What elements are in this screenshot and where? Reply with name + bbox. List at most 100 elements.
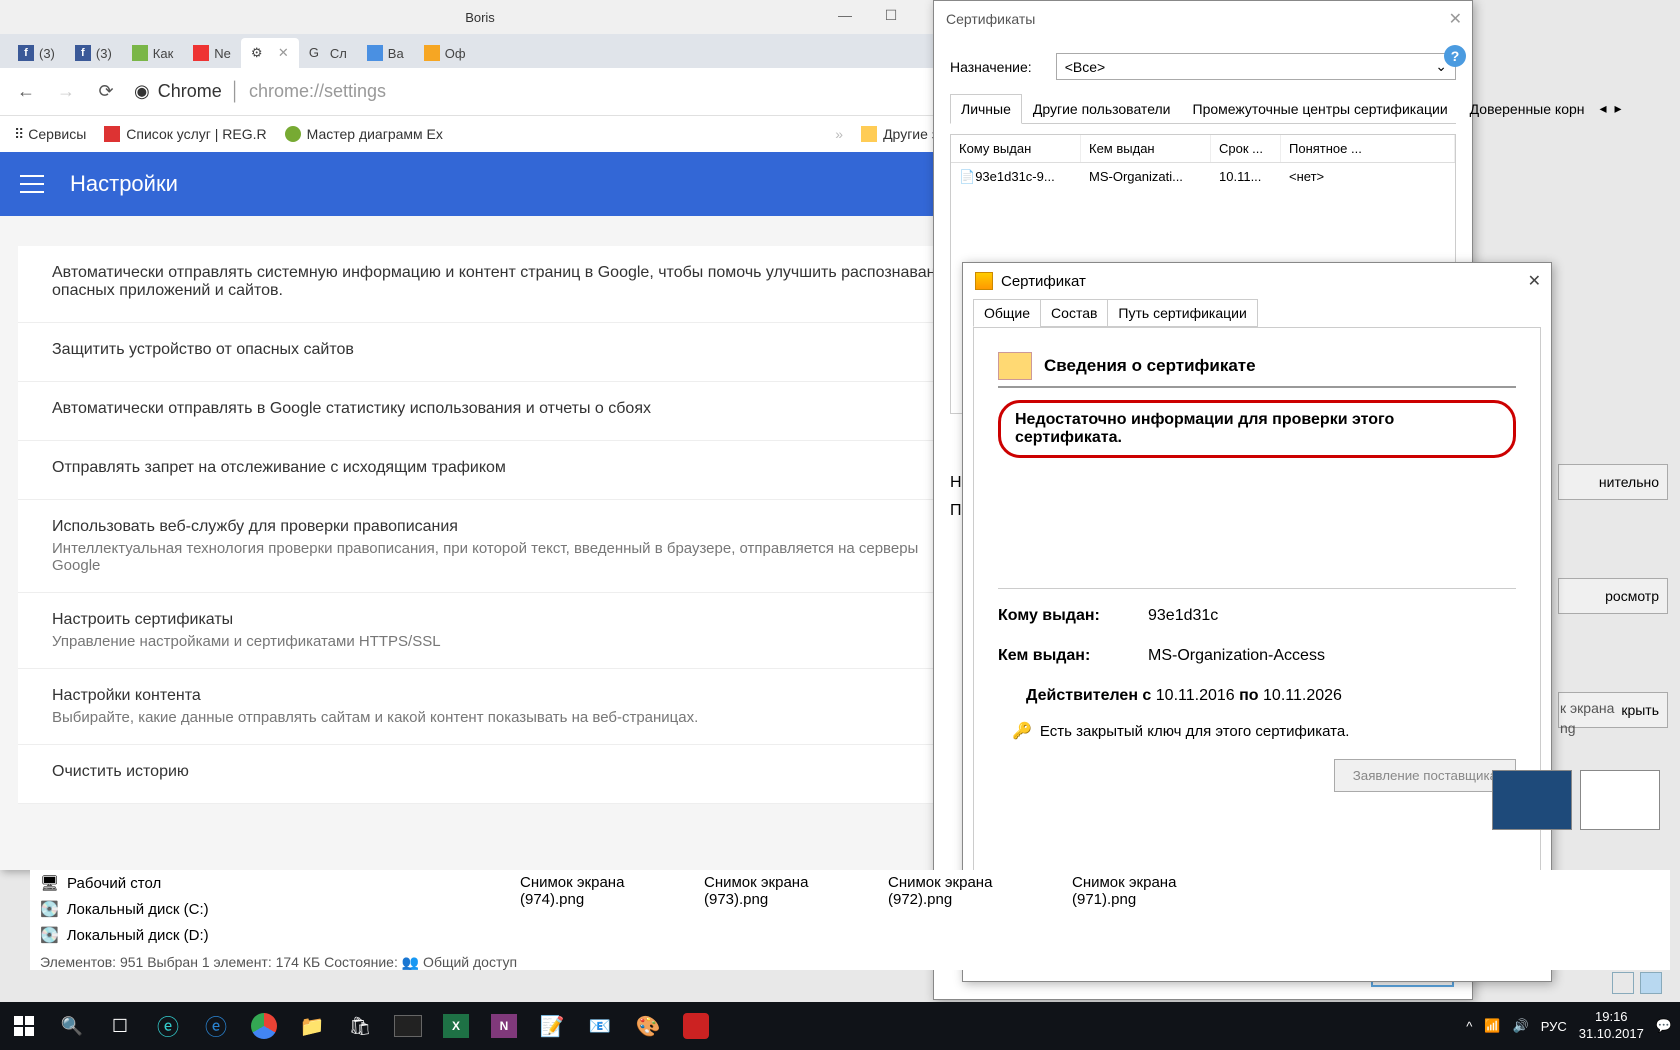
file-item[interactable]: Снимок экрана (973).png	[704, 870, 844, 908]
email-icon[interactable]: 📧	[576, 1002, 624, 1050]
explorer-nav: 🖥Рабочий стол 💽Локальный диск (C:) 💽Лока…	[30, 870, 260, 948]
cert-badge-icon	[998, 352, 1032, 380]
notifications-icon[interactable]: 💬	[1656, 1018, 1672, 1034]
certificate-icon	[975, 272, 993, 290]
tab-trusted-root[interactable]: Доверенные корн	[1459, 94, 1596, 124]
store-icon[interactable]: 🛍	[336, 1002, 384, 1050]
nav-drive-c[interactable]: 💽Локальный диск (C:)	[30, 896, 260, 922]
close-icon[interactable]: ✕	[1449, 9, 1462, 29]
cert-list-row[interactable]: 📄93e1d31c-9... MS-Organizati... 10.11...…	[951, 163, 1455, 191]
setting-row-content[interactable]: Настройки контентаВыбирайте, какие данны…	[18, 669, 960, 745]
purpose-label: Назначение:	[950, 59, 1032, 75]
taskbar: 🔍 ☐ ⓔ ⓔ 📁 🛍 X N 📝 📧 🎨 ^ 📶 🔊 РУС 19:16 31…	[0, 1002, 1680, 1050]
ie-icon[interactable]: ⓔ	[144, 1002, 192, 1050]
setting-row[interactable]: Очистить историю	[18, 745, 960, 804]
export-button[interactable]: нительно	[1558, 464, 1668, 500]
explorer-window: 🖥Рабочий стол 💽Локальный диск (C:) 💽Лока…	[30, 870, 1670, 970]
onenote-icon[interactable]: N	[480, 1002, 528, 1050]
site-icon	[193, 45, 209, 61]
tab-details[interactable]: Состав	[1040, 299, 1108, 327]
clock[interactable]: 19:16 31.10.2017	[1579, 1009, 1644, 1043]
chrome-icon[interactable]	[240, 1002, 288, 1050]
network-icon[interactable]: 📶	[1484, 1018, 1500, 1034]
task-view-icon[interactable]: ☐	[96, 1002, 144, 1050]
nav-desktop[interactable]: 🖥Рабочий стол	[30, 870, 260, 896]
app-icon[interactable]	[672, 1002, 720, 1050]
tab-cert-path[interactable]: Путь сертификации	[1107, 299, 1257, 327]
file-item[interactable]: Снимок экрана (972).png	[888, 870, 1028, 908]
volume-icon[interactable]: 🔊	[1513, 1018, 1529, 1034]
cert-warning: Недостаточно информации для проверки это…	[998, 400, 1516, 458]
settings-title: Настройки	[70, 171, 178, 197]
facebook-icon: f	[18, 45, 34, 61]
notepad-icon[interactable]: 📝	[528, 1002, 576, 1050]
tab-scroll-right[interactable]: ▸	[1611, 94, 1626, 123]
browser-tab-active[interactable]: ⚙✕	[241, 38, 299, 68]
purpose-select[interactable]: <Все>⌄	[1056, 53, 1456, 80]
setting-row-certs[interactable]: Настроить сертификатыУправление настройк…	[18, 593, 960, 669]
excel-icon[interactable]: X	[432, 1002, 480, 1050]
reload-button[interactable]: ⟳	[94, 80, 118, 104]
thumbnail-view-icon[interactable]	[1640, 972, 1662, 994]
cert-list-header: Кому выдан Кем выдан Срок ... Понятное .…	[951, 135, 1455, 163]
file-item[interactable]: Снимок экрана (974).png	[520, 870, 660, 908]
apps-shortcut[interactable]: ⠿Сервисы	[14, 126, 86, 143]
start-button[interactable]	[0, 1002, 48, 1050]
menu-icon[interactable]	[20, 175, 44, 193]
bookmarks-bar: ⠿Сервисы Список услуг | REG.R Мастер диа…	[0, 116, 960, 152]
cert-info-title: Сведения о сертификате	[1044, 356, 1256, 376]
desktop-file-thumb[interactable]	[1580, 770, 1660, 830]
browser-tab[interactable]: Ne	[183, 38, 241, 68]
cert-detail-body: Сведения о сертификате Недостаточно инфо…	[973, 327, 1541, 927]
browser-tab[interactable]: GСл	[299, 38, 357, 68]
setting-row[interactable]: Защитить устройство от опасных сайтов	[18, 323, 960, 382]
back-button[interactable]: ←	[14, 80, 38, 104]
tab-intermediate[interactable]: Промежуточные центры сертификации	[1182, 94, 1459, 124]
settings-header: Настройки	[0, 152, 960, 216]
setting-row[interactable]: Использовать веб-службу для проверки пра…	[18, 500, 960, 593]
minimize-button[interactable]: —	[822, 0, 868, 30]
setting-row[interactable]: Отправлять запрет на отслеживание с исхо…	[18, 441, 960, 500]
tray-up-icon[interactable]: ^	[1466, 1019, 1472, 1034]
validity-period: Действителен с 10.11.2016 по 10.11.2026	[1026, 687, 1516, 705]
bookmark-item[interactable]: Мастер диаграмм Ex	[285, 126, 443, 142]
explorer-icon[interactable]: 📁	[288, 1002, 336, 1050]
issuer-statement-button[interactable]: Заявление поставщика	[1334, 759, 1516, 792]
tab-personal[interactable]: Личные	[950, 94, 1022, 124]
view-button[interactable]: росмотр	[1558, 578, 1668, 614]
forward-button[interactable]: →	[54, 80, 78, 104]
edge-icon[interactable]: ⓔ	[192, 1002, 240, 1050]
site-icon	[424, 45, 440, 61]
setting-row[interactable]: Автоматически отправлять системную инфор…	[18, 246, 960, 323]
file-item[interactable]: Снимок экрана (971).png	[1072, 870, 1212, 908]
url-field[interactable]: ◉ Chrome │ chrome://settings	[134, 81, 946, 102]
view-mode-icons	[1612, 972, 1662, 994]
desktop-icon: 🖥	[40, 874, 59, 892]
bookmark-item[interactable]: Список услуг | REG.R	[104, 126, 266, 142]
terminal-icon[interactable]	[384, 1002, 432, 1050]
help-icon[interactable]: ?	[1444, 45, 1466, 67]
browser-tab[interactable]: Ва	[357, 38, 414, 68]
chrome-titlebar: Boris — ☐ ✕	[0, 0, 960, 34]
bookmark-icon	[285, 126, 301, 142]
tab-general[interactable]: Общие	[973, 299, 1041, 327]
browser-tab[interactable]: f(3)	[65, 38, 122, 68]
system-tray: ^ 📶 🔊 РУС 19:16 31.10.2017 💬	[1466, 1002, 1680, 1050]
tab-other-users[interactable]: Другие пользователи	[1022, 94, 1182, 124]
paint-icon[interactable]: 🎨	[624, 1002, 672, 1050]
nav-drive-d[interactable]: 💽Локальный диск (D:)	[30, 922, 260, 948]
gear-icon: ⚙	[251, 45, 267, 61]
tab-scroll-left[interactable]: ◂	[1596, 94, 1611, 123]
desktop-file-thumb[interactable]	[1492, 770, 1572, 830]
maximize-button[interactable]: ☐	[868, 0, 914, 30]
close-icon[interactable]: ✕	[1528, 271, 1541, 291]
language-indicator[interactable]: РУС	[1541, 1019, 1567, 1034]
chrome-window: Boris — ☐ ✕ f(3) f(3) Как Ne ⚙✕ GСл Ва О…	[0, 0, 960, 870]
browser-tab[interactable]: f(3)	[8, 38, 65, 68]
setting-row[interactable]: Автоматически отправлять в Google статис…	[18, 382, 960, 441]
browser-tab[interactable]: Оф	[414, 38, 476, 68]
browser-tab[interactable]: Как	[122, 38, 184, 68]
list-view-icon[interactable]	[1612, 972, 1634, 994]
search-icon[interactable]: 🔍	[48, 1002, 96, 1050]
close-tab-icon[interactable]: ✕	[278, 45, 289, 61]
